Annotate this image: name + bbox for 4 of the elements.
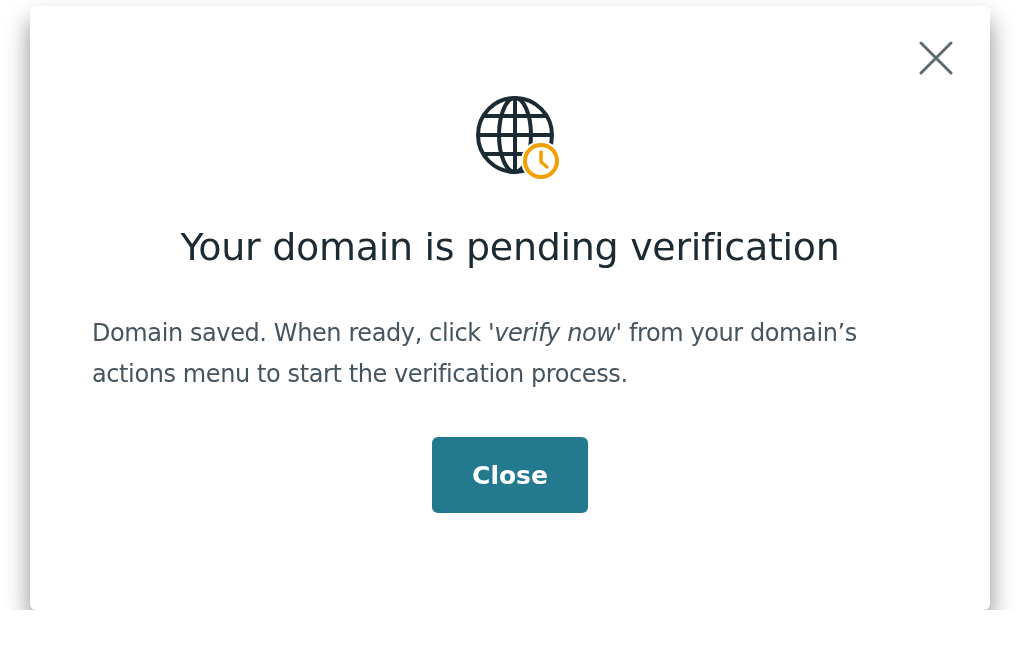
close-button[interactable]: Close [432, 437, 588, 513]
dialog-message: Domain saved. When ready, click 'verify now' from your domain’s actions menu to start the verification process. [91, 318, 858, 390]
close-icon[interactable] [919, 41, 953, 75]
dialog-title: Your domain is pending verification [180, 225, 840, 269]
